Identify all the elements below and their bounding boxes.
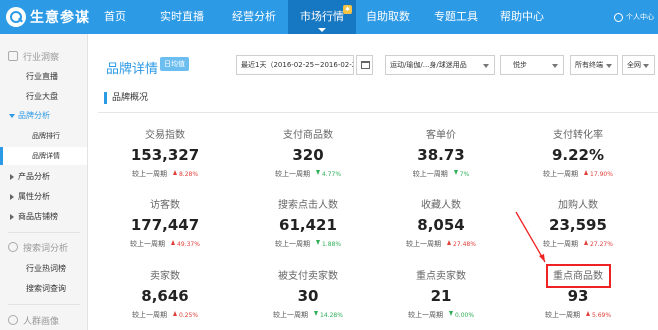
highlight-box [546,264,611,288]
annotation-arrow [515,211,546,263]
annotation-arrowhead [539,254,545,262]
